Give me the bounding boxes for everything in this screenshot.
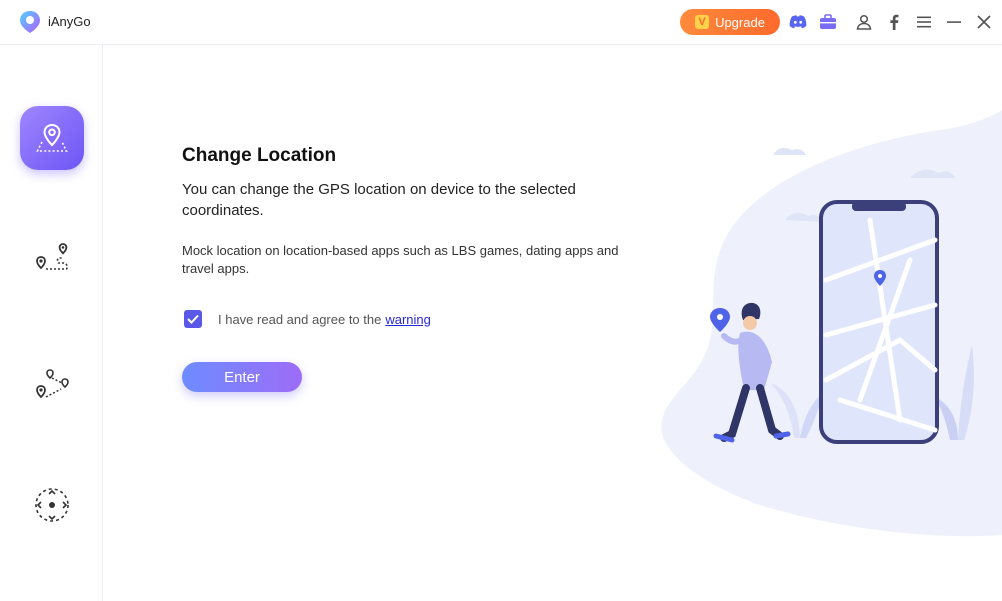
- sidebar-item-two-spot-movement[interactable]: [20, 227, 84, 291]
- agree-text: I have read and agree to the: [218, 311, 382, 327]
- close-icon[interactable]: [974, 12, 994, 32]
- discord-icon[interactable]: [788, 12, 808, 32]
- upgrade-button[interactable]: V Upgrade: [680, 9, 780, 35]
- page-title: Change Location: [182, 145, 337, 166]
- title-bar: iAnyGo V Upgrade: [0, 0, 1002, 45]
- agree-row: I have read and agree to the warning: [184, 310, 431, 328]
- minimize-icon[interactable]: [944, 12, 964, 32]
- sidebar-item-joystick-movement[interactable]: [20, 473, 84, 537]
- sidebar-item-multi-spot-movement[interactable]: [20, 353, 84, 417]
- map-pin-area-icon: [36, 123, 68, 152]
- description: You can change the GPS location on devic…: [182, 181, 576, 219]
- note-text: Mock location on location-based apps suc…: [182, 243, 619, 276]
- sidebar: [0, 45, 103, 601]
- joystick-icon: [35, 488, 69, 522]
- agree-checkbox[interactable]: [184, 310, 202, 328]
- upgrade-label: Upgrade: [715, 14, 765, 30]
- app-name: iAnyGo: [48, 14, 91, 29]
- menu-icon[interactable]: [914, 12, 934, 32]
- enter-button[interactable]: Enter: [182, 362, 302, 392]
- warning-link[interactable]: warning: [385, 312, 431, 327]
- vip-icon: V: [695, 15, 710, 29]
- facebook-icon[interactable]: [884, 12, 904, 32]
- sidebar-item-change-location[interactable]: [20, 106, 84, 170]
- multi-spot-route-icon: [36, 369, 69, 399]
- toolbox-icon[interactable]: [818, 12, 838, 32]
- phone-location-illustration: [661, 110, 1002, 537]
- user-icon[interactable]: [854, 12, 874, 32]
- cloud-icon: [773, 147, 806, 155]
- checkmark-icon: [187, 314, 199, 324]
- two-spot-route-icon: [36, 243, 69, 270]
- ianygo-logo-icon: [20, 11, 40, 33]
